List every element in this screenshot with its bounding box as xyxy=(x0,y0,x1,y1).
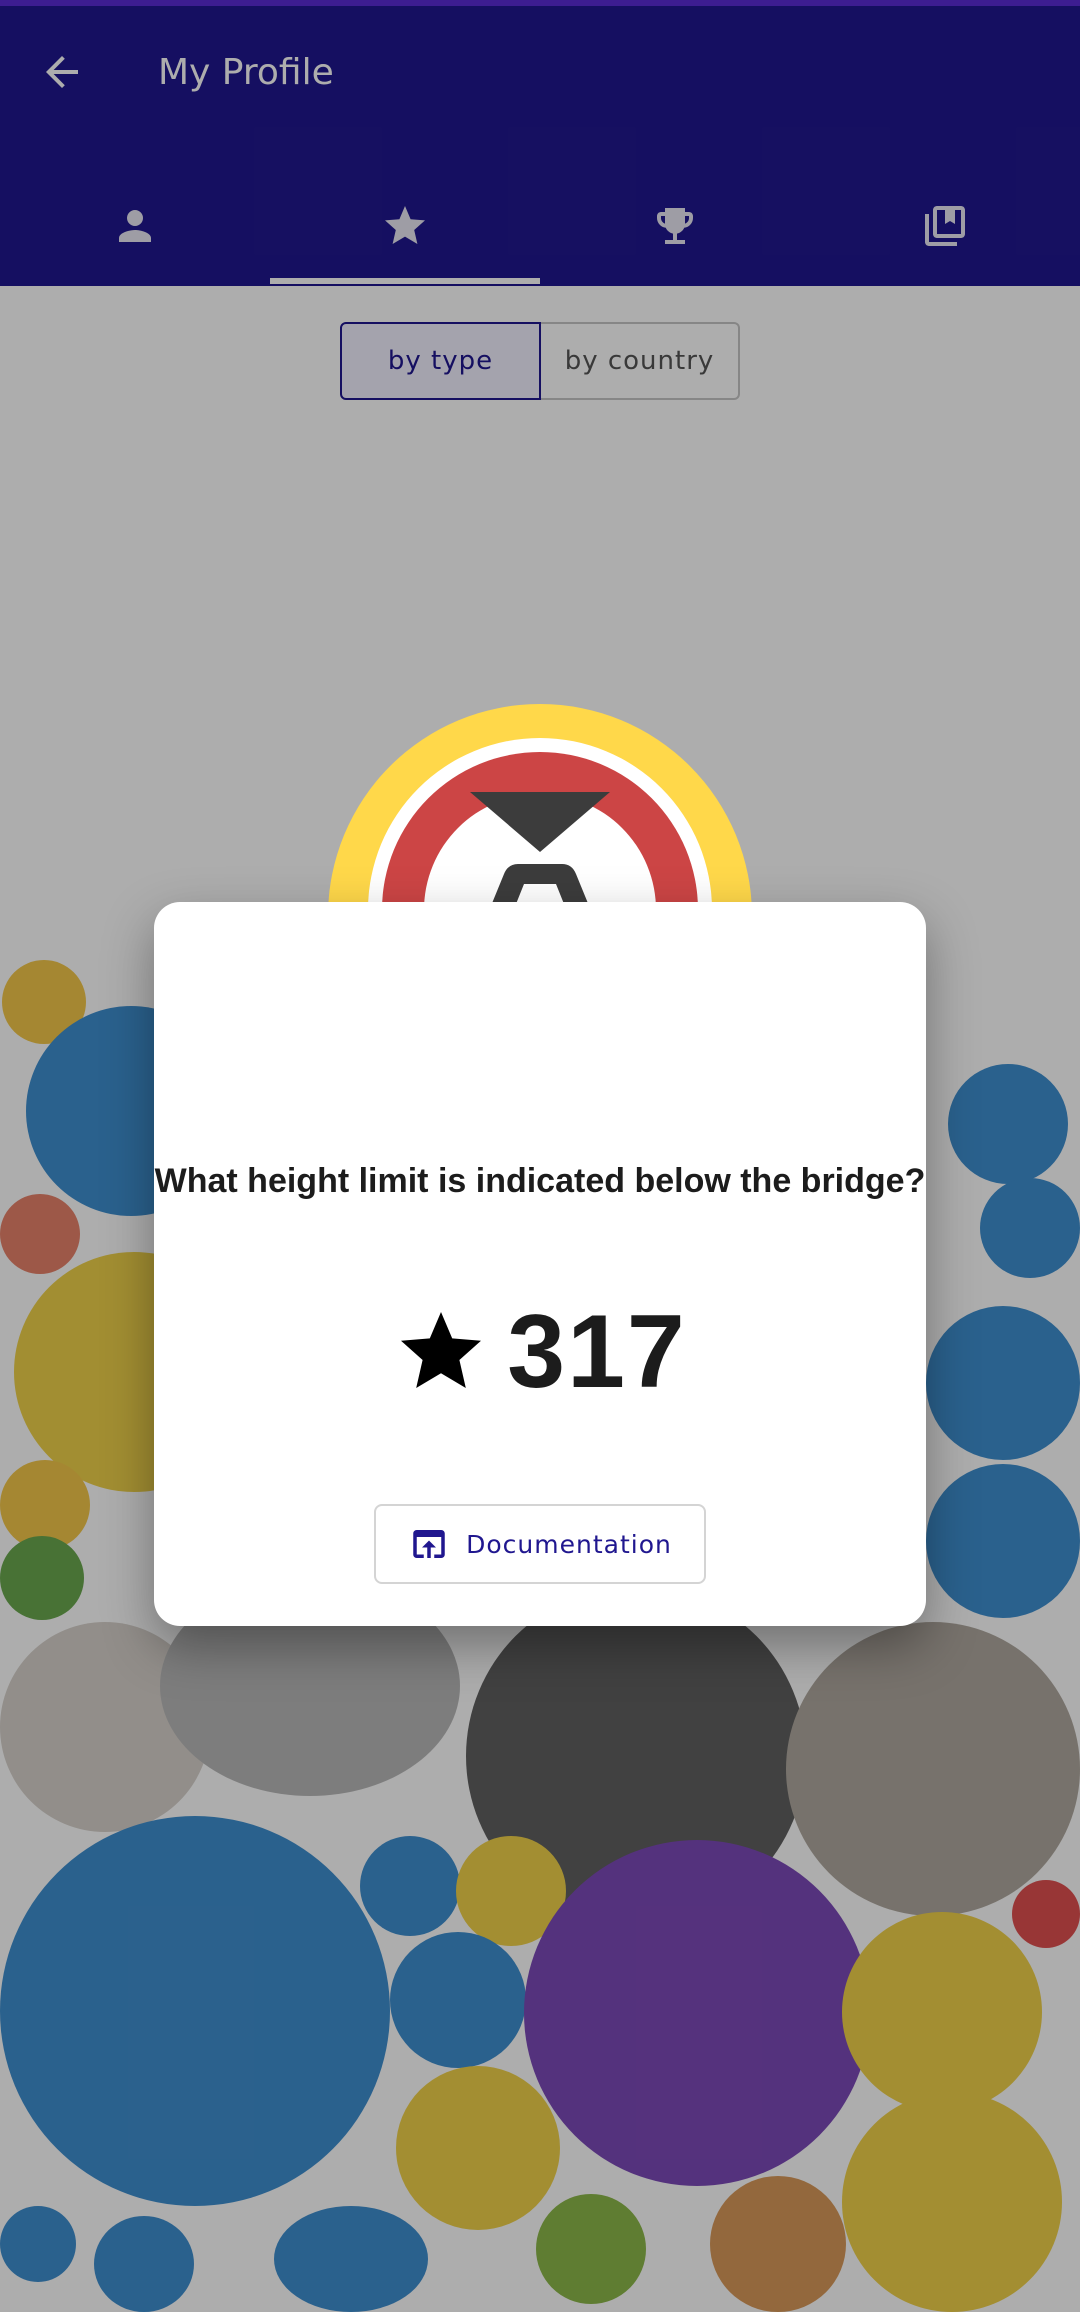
quest-statistics-dialog: What height limit is indicated below the… xyxy=(154,902,926,1626)
documentation-label: Documentation xyxy=(466,1529,672,1559)
documentation-button[interactable]: Documentation xyxy=(374,1504,706,1584)
quest-question: What height limit is indicated below the… xyxy=(154,1162,926,1200)
star-icon xyxy=(401,1312,482,1388)
open-in-browser-icon xyxy=(413,1530,445,1558)
solved-count: 317 xyxy=(154,1292,926,1412)
score-value: 317 xyxy=(507,1293,687,1410)
